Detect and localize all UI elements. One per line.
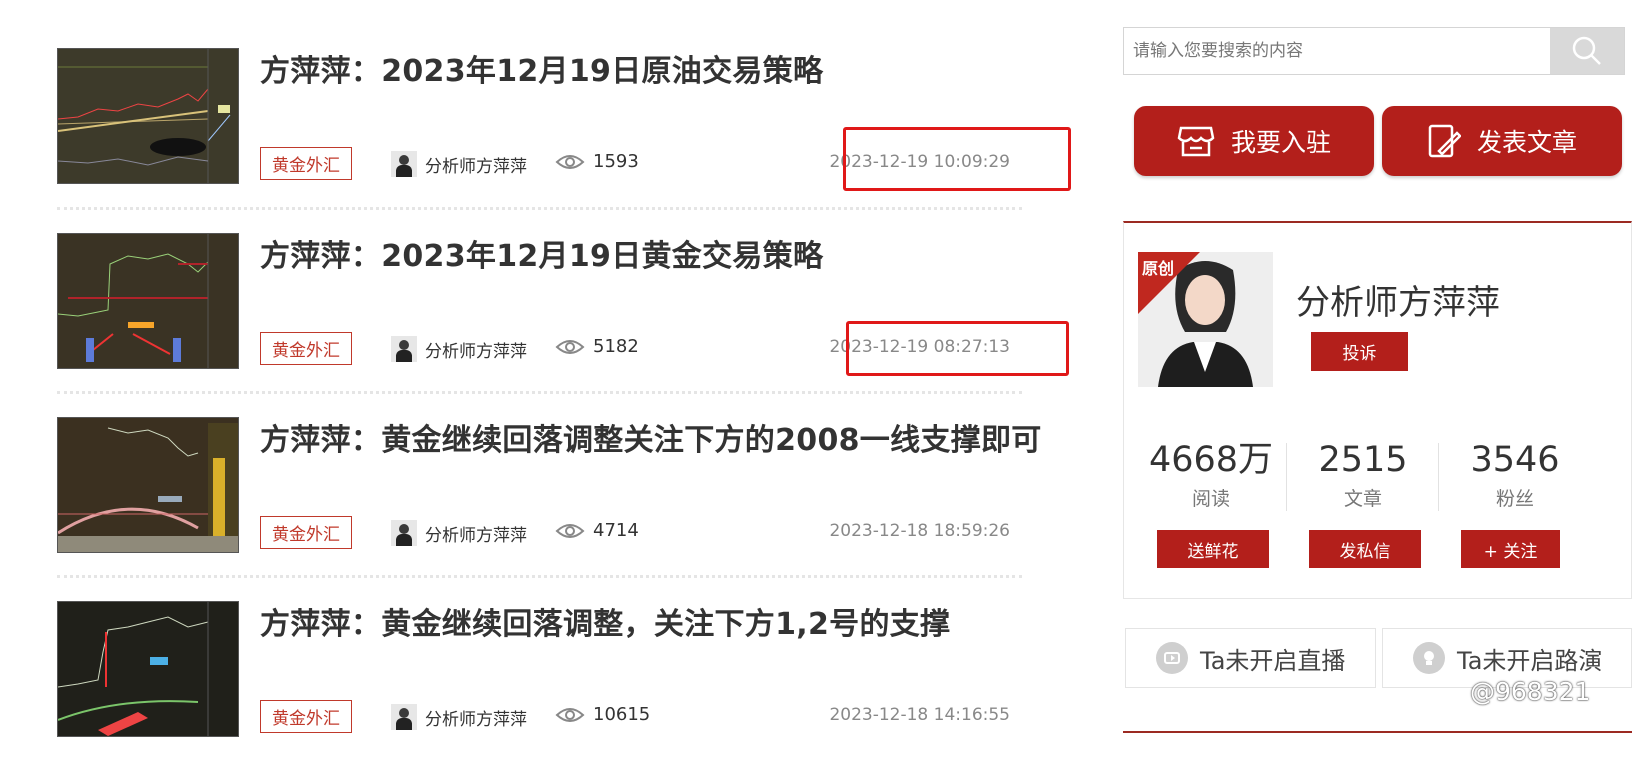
view-count: 10615: [593, 704, 651, 725]
view-count: 1593: [593, 151, 639, 172]
profile-name[interactable]: 分析师方萍萍: [1296, 275, 1500, 324]
view-stats: 4714: [555, 520, 639, 541]
divider: [1286, 443, 1287, 511]
private-message-button[interactable]: 发私信: [1309, 530, 1421, 568]
eye-icon: [555, 154, 585, 169]
view-stats: 10615: [555, 704, 650, 725]
article-item[interactable]: 方萍萍：黄金继续回落调整，关注下方1,2号的支撑 黄金外汇 分析师方萍萍 106…: [57, 601, 1067, 771]
article-author[interactable]: 分析师方萍萍: [391, 151, 527, 177]
author-avatar: [391, 704, 417, 730]
category-tag[interactable]: 黄金外汇: [260, 700, 352, 733]
article-title[interactable]: 方萍萍：黄金继续回落调整，关注下方1,2号的支撑: [260, 599, 950, 643]
divider: [57, 391, 1022, 394]
eye-icon: [555, 707, 585, 722]
search-icon: [1572, 36, 1601, 65]
join-label: 我要入驻: [1230, 128, 1331, 157]
publish-date: 2023-12-18 14:16:55: [829, 705, 1010, 725]
edit-document-icon: [1428, 124, 1461, 158]
article-author[interactable]: 分析师方萍萍: [391, 704, 527, 730]
article-item[interactable]: 方萍萍：黄金继续回落调整关注下方的2008一线支撑即可 黄金外汇 分析师方萍萍 …: [57, 417, 1067, 587]
join-button[interactable]: 我要入驻: [1134, 106, 1374, 176]
stat-fans: 3546 粉丝: [1440, 440, 1590, 511]
author-avatar: [391, 151, 417, 177]
store-icon: [1177, 126, 1215, 157]
live-stream-status[interactable]: Ta未开启直播: [1125, 628, 1376, 688]
stat-value: 2515: [1318, 440, 1408, 480]
roadshow-label: Ta未开启路演: [1457, 646, 1603, 675]
author-name[interactable]: 分析师方萍萍: [425, 337, 527, 362]
stat-value: 4668万: [1148, 440, 1274, 480]
view-count: 5182: [593, 336, 639, 357]
stat-articles: 2515 文章: [1288, 440, 1438, 511]
search-input[interactable]: [1124, 28, 1550, 74]
author-name[interactable]: 分析师方萍萍: [425, 521, 527, 546]
author-photo[interactable]: 原创: [1138, 252, 1273, 387]
article-title[interactable]: 方萍萍：黄金继续回落调整关注下方的2008一线支撑即可: [260, 415, 1042, 459]
view-count: 4714: [593, 520, 639, 541]
article-author[interactable]: 分析师方萍萍: [391, 520, 527, 546]
follow-button[interactable]: + 关注: [1461, 530, 1560, 568]
complaint-button[interactable]: 投诉: [1311, 332, 1408, 371]
search-button[interactable]: [1550, 28, 1624, 74]
category-tag[interactable]: 黄金外汇: [260, 332, 352, 365]
view-stats: 1593: [555, 151, 639, 172]
category-tag[interactable]: 黄金外汇: [260, 147, 352, 180]
divider: [57, 207, 1022, 210]
publish-button[interactable]: 发表文章: [1382, 106, 1622, 176]
stat-label: 粉丝: [1495, 488, 1534, 510]
divider: [1438, 443, 1439, 511]
article-thumbnail[interactable]: [57, 601, 239, 737]
article-author[interactable]: 分析师方萍萍: [391, 336, 527, 362]
publish-date: 2023-12-18 18:59:26: [829, 521, 1010, 541]
stat-label: 文章: [1343, 488, 1382, 510]
watermark: @968321: [1470, 677, 1591, 706]
publish-label: 发表文章: [1476, 128, 1577, 157]
article-title[interactable]: 方萍萍：2023年12月19日黄金交易策略: [260, 231, 823, 275]
search-bar: [1123, 27, 1625, 75]
original-badge-text: 原创: [1142, 259, 1175, 278]
highlight-box: [843, 127, 1071, 191]
article-thumbnail[interactable]: [57, 48, 239, 184]
eye-icon: [555, 523, 585, 538]
lightbulb-icon: [1413, 642, 1445, 674]
stat-value: 3546: [1470, 440, 1560, 480]
article-thumbnail[interactable]: [57, 417, 239, 553]
stat-reads: 4668万 阅读: [1136, 440, 1286, 511]
divider: [57, 575, 1022, 578]
live-stream-label: Ta未开启直播: [1200, 646, 1346, 675]
highlight-box: [846, 321, 1069, 376]
send-flower-button[interactable]: 送鲜花: [1157, 530, 1269, 568]
article-item[interactable]: 方萍萍：2023年12月19日黄金交易策略 黄金外汇 分析师方萍萍 5182 2…: [57, 233, 1067, 403]
view-stats: 5182: [555, 336, 639, 357]
stat-label: 阅读: [1191, 488, 1230, 510]
play-icon: [1156, 642, 1188, 674]
article-thumbnail[interactable]: [57, 233, 239, 369]
author-avatar: [391, 336, 417, 362]
author-name[interactable]: 分析师方萍萍: [425, 705, 527, 730]
eye-icon: [555, 339, 585, 354]
author-avatar: [391, 520, 417, 546]
article-title[interactable]: 方萍萍：2023年12月19日原油交易策略: [260, 46, 823, 90]
author-name[interactable]: 分析师方萍萍: [425, 152, 527, 177]
article-list: 方萍萍：2023年12月19日原油交易策略 黄金外汇 分析师方萍萍 1593 2…: [0, 0, 1071, 737]
category-tag[interactable]: 黄金外汇: [260, 516, 352, 549]
